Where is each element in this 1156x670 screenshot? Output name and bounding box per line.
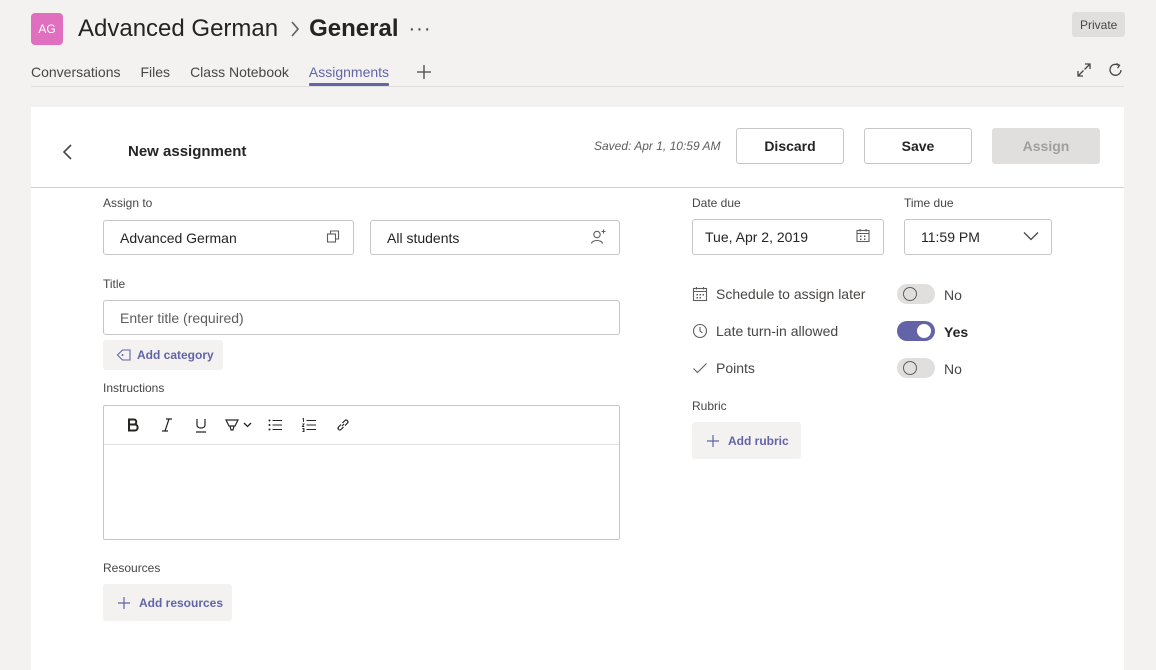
editor-toolbar	[104, 406, 619, 445]
points-state: No	[944, 361, 962, 377]
breadcrumb: Advanced German General ···	[78, 13, 431, 45]
saved-status: Saved: Apr 1, 10:59 AM	[594, 139, 721, 153]
page-title: New assignment	[128, 143, 247, 160]
chevron-right-icon	[290, 20, 300, 38]
add-category-button[interactable]: Add category	[103, 340, 223, 370]
add-resources-label: Add resources	[139, 595, 224, 610]
plus-icon	[118, 596, 130, 609]
checkmark-icon	[692, 360, 708, 376]
tag-icon	[116, 349, 131, 361]
students-picker-value: All students	[387, 229, 460, 246]
tab-class-notebook[interactable]: Class Notebook	[190, 58, 289, 86]
resources-label: Resources	[103, 561, 161, 575]
underline-icon[interactable]	[184, 410, 218, 440]
private-badge: Private	[1072, 12, 1126, 37]
add-category-label: Add category	[137, 348, 214, 362]
title-input-placeholder: Enter title (required)	[120, 309, 244, 326]
bulleted-list-icon[interactable]	[258, 410, 292, 440]
add-rubric-label: Add rubric	[728, 433, 789, 448]
late-turn-in-state: Yes	[944, 324, 969, 340]
calendar-icon	[855, 228, 871, 247]
back-button[interactable]	[60, 143, 76, 161]
schedule-later-label: Schedule to assign later	[716, 286, 866, 302]
date-due-picker[interactable]: Tue, Apr 2, 2019	[692, 219, 884, 255]
points-option: Points	[692, 358, 755, 378]
header-divider	[31, 86, 1124, 87]
tab-assignments[interactable]: Assignments	[308, 58, 390, 86]
schedule-later-state: No	[944, 287, 962, 303]
instructions-editor[interactable]	[103, 405, 620, 540]
add-resources-button[interactable]: Add resources	[103, 584, 232, 621]
chevron-down-icon	[1023, 228, 1039, 247]
points-label: Points	[716, 360, 755, 376]
date-due-label: Date due	[692, 196, 741, 210]
save-button[interactable]: Save	[864, 128, 972, 164]
add-rubric-button[interactable]: Add rubric	[692, 422, 801, 459]
plus-icon	[707, 434, 719, 447]
assignment-panel: New assignment Saved: Apr 1, 10:59 AM Di…	[31, 107, 1124, 670]
assign-button[interactable]: Assign	[992, 128, 1100, 164]
time-due-label: Time due	[904, 196, 954, 210]
team-avatar[interactable]: AG	[31, 13, 63, 45]
tab-files[interactable]: Files	[141, 58, 171, 86]
late-turn-in-label: Late turn-in allowed	[716, 323, 839, 339]
more-options-icon[interactable]: ···	[409, 18, 432, 41]
instructions-label: Instructions	[103, 381, 165, 395]
copy-icon	[325, 228, 341, 247]
class-picker[interactable]: Advanced German	[103, 220, 354, 255]
refresh-icon[interactable]	[1107, 61, 1125, 79]
calendar-icon	[692, 286, 708, 302]
rubric-label: Rubric	[692, 399, 727, 413]
panel-divider	[31, 187, 1124, 188]
add-person-icon	[589, 227, 607, 248]
title-label: Title	[103, 277, 126, 291]
date-due-value: Tue, Apr 2, 2019	[705, 229, 808, 245]
assign-to-label: Assign to	[103, 196, 153, 210]
breadcrumb-team[interactable]: Advanced German	[78, 15, 278, 43]
students-picker[interactable]: All students	[370, 220, 620, 255]
numbered-list-icon[interactable]	[292, 410, 326, 440]
clock-icon	[692, 323, 708, 339]
time-due-value: 11:59 PM	[921, 229, 980, 245]
italic-icon[interactable]	[150, 410, 184, 440]
title-input[interactable]: Enter title (required)	[103, 300, 620, 335]
highlight-icon[interactable]	[218, 410, 258, 440]
bold-icon[interactable]	[116, 410, 150, 440]
time-due-dropdown[interactable]: 11:59 PM	[904, 219, 1052, 255]
breadcrumb-channel: General	[309, 15, 399, 42]
expand-icon[interactable]	[1075, 61, 1093, 79]
tab-conversations[interactable]: Conversations	[31, 58, 121, 86]
late-turn-in-toggle[interactable]	[897, 321, 935, 341]
late-turn-in-option: Late turn-in allowed	[692, 321, 838, 341]
class-picker-value: Advanced German	[120, 229, 237, 246]
points-toggle[interactable]	[897, 358, 935, 378]
link-icon[interactable]	[326, 410, 360, 440]
schedule-later-option: Schedule to assign later	[692, 284, 865, 304]
discard-button[interactable]: Discard	[736, 128, 844, 164]
schedule-later-toggle[interactable]	[897, 284, 935, 304]
add-tab-icon[interactable]	[415, 63, 433, 81]
channel-tabs: Conversations Files Class Notebook Assig…	[31, 58, 433, 88]
